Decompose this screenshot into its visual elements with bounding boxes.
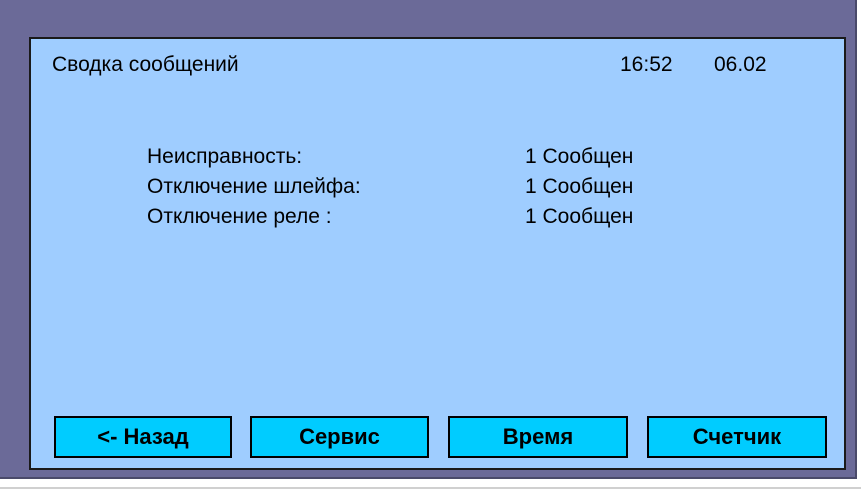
summary-value: 1 Сообщен [525, 175, 634, 198]
summary-label: Неисправность: [147, 145, 303, 168]
summary-label: Отключение реле : [147, 205, 332, 228]
page-title: Сводка сообщений [52, 53, 239, 76]
summary-row-fault: Неисправность: 1 Сообщен [147, 145, 707, 175]
service-button[interactable]: Сервис [250, 416, 429, 458]
message-summary: Неисправность: 1 Сообщен Отключение шлей… [147, 145, 707, 235]
counter-button[interactable]: Счетчик [647, 416, 827, 458]
clock-date: 06.02 [714, 53, 767, 76]
clock-time: 16:52 [620, 53, 673, 76]
summary-value: 1 Сообщен [525, 205, 634, 228]
summary-row-relay-disabled: Отключение реле : 1 Сообщен [147, 205, 707, 235]
softkey-bar: <- Назад Сервис Время Счетчик [54, 416, 827, 458]
time-button[interactable]: Время [448, 416, 628, 458]
summary-value: 1 Сообщен [525, 145, 634, 168]
summary-row-loop-disabled: Отключение шлейфа: 1 Сообщен [147, 175, 707, 205]
back-button[interactable]: <- Назад [54, 416, 232, 458]
summary-label: Отключение шлейфа: [147, 175, 361, 198]
display-screen: Сводка сообщений 16:52 06.02 Неисправнос… [29, 37, 846, 470]
